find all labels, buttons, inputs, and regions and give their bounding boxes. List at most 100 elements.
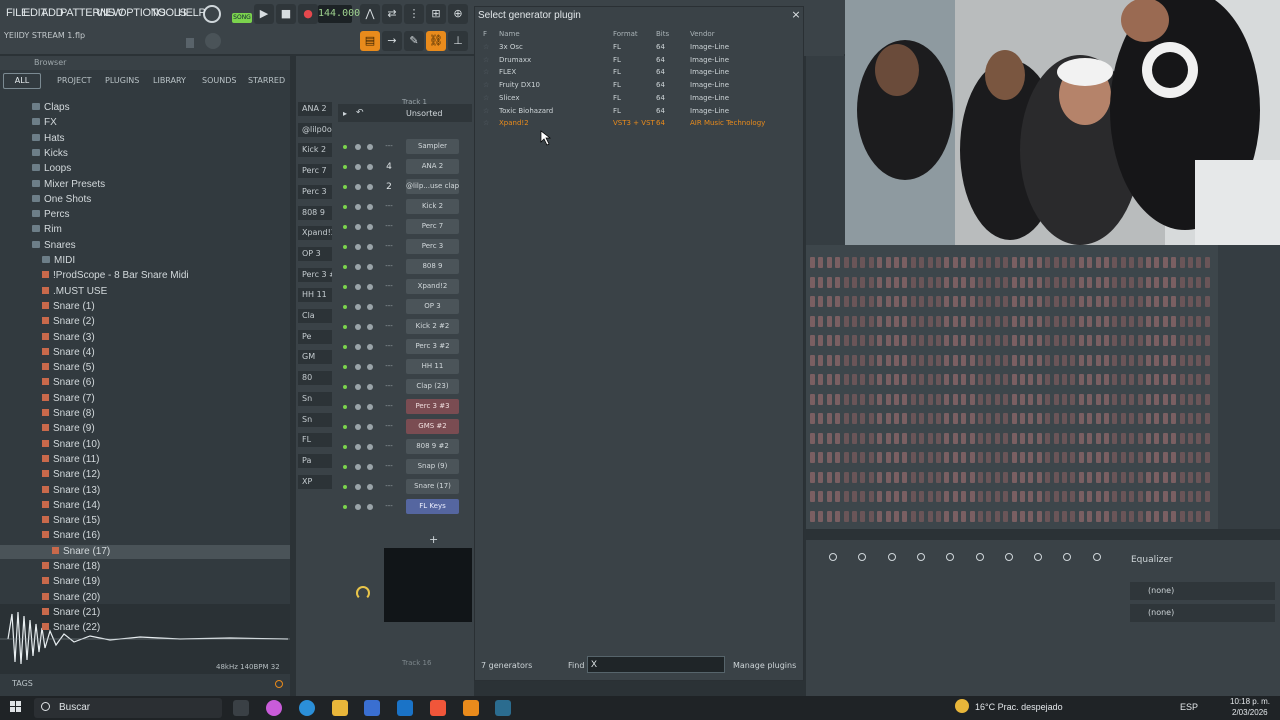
step-cell[interactable]	[860, 393, 866, 405]
step-cell[interactable]	[1146, 452, 1151, 463]
step-cell[interactable]	[1179, 393, 1185, 405]
channel-pan-knob[interactable]	[355, 204, 361, 210]
mixer-pan-knob[interactable]	[1004, 553, 1013, 561]
step-cell[interactable]	[1154, 257, 1160, 268]
browser-folder[interactable]: Snares	[0, 239, 290, 253]
step-cell[interactable]	[1020, 491, 1025, 502]
step-cell[interactable]	[1154, 432, 1160, 444]
step-cell[interactable]	[860, 257, 866, 268]
step-cell[interactable]	[810, 335, 815, 346]
browser-file[interactable]: .MUST USE	[0, 285, 290, 299]
app-icon[interactable]	[495, 700, 511, 716]
loop-record-icon[interactable]: ⇄	[382, 4, 402, 24]
step-cell[interactable]	[994, 354, 1000, 366]
step-cell[interactable]	[885, 393, 891, 405]
step-cell[interactable]	[843, 354, 849, 366]
step-cell[interactable]	[1011, 374, 1017, 385]
step-cell[interactable]	[1137, 471, 1143, 483]
step-cell[interactable]	[1146, 413, 1151, 424]
step-cell[interactable]	[1129, 491, 1135, 502]
step-cell[interactable]	[868, 471, 874, 483]
step-cell[interactable]	[826, 432, 832, 444]
step-cell[interactable]	[1129, 374, 1135, 385]
mixer-track-number[interactable]: ---	[383, 262, 395, 272]
step-cell[interactable]	[835, 354, 841, 366]
step-cell[interactable]	[910, 491, 916, 502]
step-cell[interactable]	[952, 335, 958, 346]
step-cell[interactable]	[1011, 315, 1017, 327]
step-cell[interactable]	[843, 374, 849, 385]
record-icon[interactable]: ●	[298, 4, 318, 24]
channel-button[interactable]: OP 3	[406, 299, 459, 314]
step-cell[interactable]	[1078, 471, 1084, 483]
step-cell[interactable]	[1188, 257, 1193, 268]
step-cell[interactable]	[810, 374, 815, 385]
step-cell[interactable]	[1129, 354, 1135, 366]
browser-file[interactable]: !ProdScope - 8 Bar Snare Midi	[0, 269, 290, 283]
step-cell[interactable]	[818, 374, 824, 385]
step-cell[interactable]	[902, 510, 908, 522]
step-cell[interactable]	[852, 491, 857, 502]
step-cell[interactable]	[1078, 257, 1084, 268]
step-cell[interactable]	[1062, 296, 1067, 307]
step-cell[interactable]	[1196, 315, 1202, 327]
step-cell[interactable]	[1053, 374, 1059, 385]
mixer-track-number[interactable]: ---	[383, 342, 395, 352]
step-cell[interactable]	[1095, 374, 1101, 385]
plugin-row[interactable]: ☆ Drumaxx FL 64 Image-Line	[478, 54, 800, 66]
step-cell[interactable]	[1104, 296, 1109, 307]
step-cell[interactable]	[1062, 276, 1067, 288]
step-cell[interactable]	[1154, 452, 1160, 463]
step-cell[interactable]	[919, 452, 925, 463]
step-cell[interactable]	[1011, 393, 1017, 405]
mixer-track-number[interactable]: ---	[383, 282, 395, 292]
step-cell[interactable]	[994, 257, 1000, 268]
step-cell[interactable]	[1137, 354, 1143, 366]
step-cell[interactable]	[860, 335, 866, 346]
browser-file[interactable]: Snare (19)	[0, 575, 290, 589]
step-cell[interactable]	[885, 471, 891, 483]
step-cell[interactable]	[1062, 510, 1067, 522]
step-cell[interactable]	[1112, 393, 1118, 405]
step-cell[interactable]	[1162, 452, 1168, 463]
step-cell[interactable]	[826, 471, 832, 483]
step-cell[interactable]	[877, 413, 883, 424]
step-cell[interactable]	[1070, 471, 1076, 483]
step-cell[interactable]	[810, 296, 815, 307]
step-cell[interactable]	[1020, 276, 1025, 288]
channel-button[interactable]: ANA 2	[406, 159, 459, 174]
step-cell[interactable]	[1129, 471, 1135, 483]
step-cell[interactable]	[986, 276, 992, 288]
browser-folder[interactable]: FX	[0, 116, 290, 130]
step-cell[interactable]	[1053, 296, 1059, 307]
mixer-pan-knob[interactable]	[975, 553, 984, 561]
step-cell[interactable]	[969, 354, 975, 366]
channel-pan-knob[interactable]	[355, 184, 361, 190]
step-cell[interactable]	[810, 276, 815, 288]
step-cell[interactable]	[1003, 471, 1009, 483]
step-cell[interactable]	[1137, 296, 1143, 307]
step-cell[interactable]	[1036, 413, 1042, 424]
step-cell[interactable]	[1028, 393, 1034, 405]
step-cell[interactable]	[961, 491, 967, 502]
step-cell[interactable]	[1137, 510, 1143, 522]
tab-plugins[interactable]: PLUGINS	[105, 76, 139, 85]
step-cell[interactable]	[852, 393, 857, 405]
step-cell[interactable]	[1003, 276, 1009, 288]
channel-volume-knob[interactable]	[367, 244, 373, 250]
step-cell[interactable]	[1045, 510, 1051, 522]
step-cell[interactable]	[1045, 452, 1051, 463]
step-cell[interactable]	[961, 354, 967, 366]
step-cell[interactable]	[978, 452, 983, 463]
step-cell[interactable]	[1162, 491, 1168, 502]
step-cell[interactable]	[902, 276, 908, 288]
stamp-icon[interactable]: ⊥	[448, 31, 468, 51]
step-cell[interactable]	[944, 354, 950, 366]
step-cell[interactable]	[894, 393, 899, 405]
step-cell[interactable]	[1078, 491, 1084, 502]
browser-folder[interactable]: One Shots	[0, 193, 290, 207]
step-cell[interactable]	[1112, 335, 1118, 346]
step-cell[interactable]	[1137, 315, 1143, 327]
browser-file[interactable]: Snare (8)	[0, 407, 290, 421]
step-cell[interactable]	[919, 432, 925, 444]
